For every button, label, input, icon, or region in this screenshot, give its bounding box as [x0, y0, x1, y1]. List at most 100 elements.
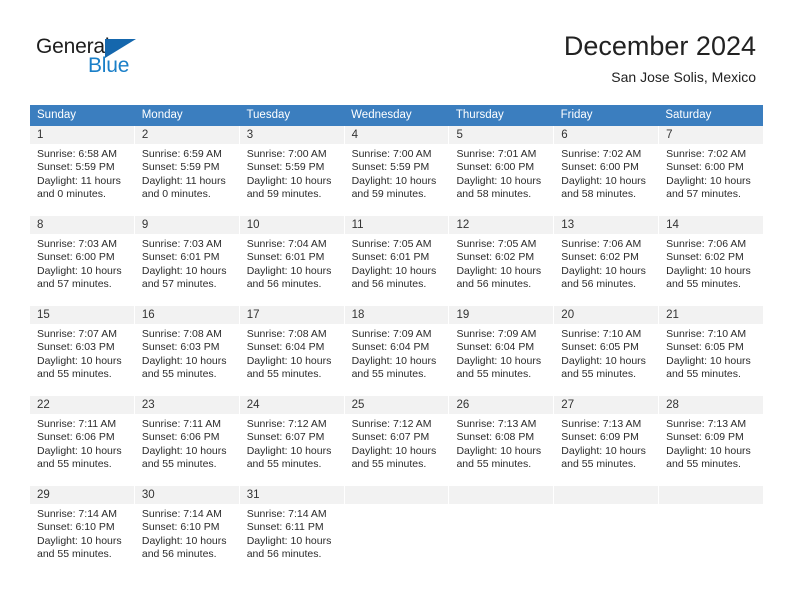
sunset-text: Sunset: 6:01 PM: [141, 251, 220, 264]
day-cell[interactable]: 11 Sunrise: 7:05 AM Sunset: 6:01 PM Dayl…: [344, 216, 450, 300]
page-title: December 2024: [563, 31, 756, 61]
sunset-text: Sunset: 6:06 PM: [37, 431, 115, 444]
day-details: Sunrise: 7:05 AM Sunset: 6:01 PM Dayligh…: [345, 234, 449, 300]
sunset-text: Sunset: 6:05 PM: [666, 341, 744, 354]
day-number: 20: [554, 306, 659, 324]
day-cell[interactable]: 9 Sunrise: 7:03 AM Sunset: 6:01 PM Dayli…: [134, 216, 240, 300]
day-details: Sunrise: 7:05 AM Sunset: 6:02 PM Dayligh…: [449, 234, 553, 300]
day-cell[interactable]: 2 Sunrise: 6:59 AM Sunset: 5:59 PM Dayli…: [134, 126, 240, 210]
daylight-text-line2: and 55 minutes.: [561, 368, 637, 381]
day-number: 29: [30, 486, 134, 504]
day-number: 18: [344, 306, 449, 324]
sunrise-text: Sunrise: 7:13 AM: [456, 418, 537, 430]
day-details: Sunrise: 7:10 AM Sunset: 6:05 PM Dayligh…: [659, 324, 763, 390]
day-number: 21: [659, 306, 764, 324]
day-cell[interactable]: 13 Sunrise: 7:06 AM Sunset: 6:02 PM Dayl…: [554, 216, 660, 300]
day-cell[interactable]: 16 Sunrise: 7:08 AM Sunset: 6:03 PM Dayl…: [134, 306, 240, 390]
day-number: [554, 486, 659, 504]
weekday-header-saturday: Saturday: [665, 109, 712, 121]
day-cell[interactable]: 1 Sunrise: 6:58 AM Sunset: 5:59 PM Dayli…: [30, 126, 135, 210]
day-cell[interactable]: 26 Sunrise: 7:13 AM Sunset: 6:08 PM Dayl…: [449, 396, 555, 480]
day-cell[interactable]: 28 Sunrise: 7:13 AM Sunset: 6:09 PM Dayl…: [659, 396, 764, 480]
day-details: Sunrise: 7:14 AM Sunset: 6:10 PM Dayligh…: [135, 504, 239, 570]
daylight-text-line1: Daylight: 10 hours: [141, 534, 227, 547]
day-cell[interactable]: 21 Sunrise: 7:10 AM Sunset: 6:05 PM Dayl…: [659, 306, 764, 390]
day-cell[interactable]: 17 Sunrise: 7:08 AM Sunset: 6:04 PM Dayl…: [239, 306, 345, 390]
daylight-text-line2: and 57 minutes.: [37, 278, 112, 291]
sunrise-text: Sunrise: 7:14 AM: [246, 508, 327, 520]
sunset-text: Sunset: 6:09 PM: [561, 431, 639, 444]
daylight-text-line1: Daylight: 10 hours: [666, 354, 751, 367]
daylight-text-line1: Daylight: 10 hours: [37, 264, 122, 277]
weekday-header-row: Sunday Monday Tuesday Wednesday Thursday…: [30, 105, 763, 126]
day-cell[interactable]: 25 Sunrise: 7:12 AM Sunset: 6:07 PM Dayl…: [344, 396, 450, 480]
daylight-text-line1: Daylight: 10 hours: [561, 174, 646, 187]
day-number: 15: [30, 306, 134, 324]
sunset-text: Sunset: 6:00 PM: [37, 251, 115, 264]
day-cell[interactable]: 3 Sunrise: 7:00 AM Sunset: 5:59 PM Dayli…: [239, 126, 345, 210]
calendar-page: General Blue December 2024 San Jose Soli…: [0, 0, 792, 612]
day-details: Sunrise: 7:07 AM Sunset: 6:03 PM Dayligh…: [30, 324, 134, 390]
day-details: Sunrise: 7:13 AM Sunset: 6:08 PM Dayligh…: [449, 414, 553, 480]
day-cell[interactable]: 19 Sunrise: 7:09 AM Sunset: 6:04 PM Dayl…: [449, 306, 555, 390]
daylight-text-line1: Daylight: 10 hours: [666, 444, 751, 457]
day-number: 5: [449, 126, 554, 144]
sunrise-text: Sunrise: 7:03 AM: [141, 238, 222, 250]
sunrise-text: Sunrise: 7:11 AM: [37, 418, 117, 430]
sunset-text: Sunset: 6:10 PM: [37, 521, 115, 534]
day-cell-empty: [554, 486, 660, 570]
day-cell[interactable]: 15 Sunrise: 7:07 AM Sunset: 6:03 PM Dayl…: [30, 306, 135, 390]
day-details: [554, 504, 658, 570]
daylight-text-line1: Daylight: 10 hours: [141, 354, 227, 367]
day-cell[interactable]: 4 Sunrise: 7:00 AM Sunset: 5:59 PM Dayli…: [344, 126, 450, 210]
general-blue-logo[interactable]: General Blue: [36, 36, 166, 82]
day-number: 22: [30, 396, 134, 414]
sunset-text: Sunset: 6:08 PM: [456, 431, 535, 444]
day-details: Sunrise: 7:01 AM Sunset: 6:00 PM Dayligh…: [449, 144, 553, 210]
sunset-text: Sunset: 6:03 PM: [141, 341, 220, 354]
day-cell[interactable]: 24 Sunrise: 7:12 AM Sunset: 6:07 PM Dayl…: [239, 396, 345, 480]
sunset-text: Sunset: 6:09 PM: [666, 431, 744, 444]
daylight-text-line1: Daylight: 11 hours: [141, 174, 226, 187]
sunrise-text: Sunrise: 7:06 AM: [561, 238, 642, 250]
daylight-text-line2: and 55 minutes.: [141, 458, 217, 471]
sunrise-text: Sunrise: 7:12 AM: [246, 418, 327, 430]
day-cell[interactable]: 30 Sunrise: 7:14 AM Sunset: 6:10 PM Dayl…: [134, 486, 240, 570]
sunrise-text: Sunrise: 7:12 AM: [351, 418, 432, 430]
calendar-week-row: 8 Sunrise: 7:03 AM Sunset: 6:00 PM Dayli…: [30, 216, 764, 306]
day-number: 27: [554, 396, 659, 414]
day-cell[interactable]: 22 Sunrise: 7:11 AM Sunset: 6:06 PM Dayl…: [30, 396, 135, 480]
calendar-grid: Sunday Monday Tuesday Wednesday Thursday…: [30, 105, 764, 570]
day-details: Sunrise: 7:14 AM Sunset: 6:11 PM Dayligh…: [240, 504, 344, 570]
day-cell[interactable]: 20 Sunrise: 7:10 AM Sunset: 6:05 PM Dayl…: [554, 306, 660, 390]
sunrise-text: Sunrise: 7:05 AM: [351, 238, 432, 250]
sunrise-text: Sunrise: 7:03 AM: [37, 238, 117, 250]
sunset-text: Sunset: 6:04 PM: [351, 341, 430, 354]
day-cell[interactable]: 12 Sunrise: 7:05 AM Sunset: 6:02 PM Dayl…: [449, 216, 555, 300]
day-details: Sunrise: 7:03 AM Sunset: 6:01 PM Dayligh…: [135, 234, 239, 300]
day-details: Sunrise: 7:09 AM Sunset: 6:04 PM Dayligh…: [345, 324, 449, 390]
day-cell[interactable]: 7 Sunrise: 7:02 AM Sunset: 6:00 PM Dayli…: [659, 126, 764, 210]
day-cell[interactable]: 6 Sunrise: 7:02 AM Sunset: 6:00 PM Dayli…: [554, 126, 660, 210]
day-details: Sunrise: 7:03 AM Sunset: 6:00 PM Dayligh…: [30, 234, 134, 300]
sunrise-text: Sunrise: 7:02 AM: [561, 148, 642, 160]
day-cell[interactable]: 23 Sunrise: 7:11 AM Sunset: 6:06 PM Dayl…: [134, 396, 240, 480]
sunset-text: Sunset: 5:59 PM: [246, 161, 325, 174]
daylight-text-line1: Daylight: 10 hours: [246, 264, 332, 277]
day-cell[interactable]: 8 Sunrise: 7:03 AM Sunset: 6:00 PM Dayli…: [30, 216, 135, 300]
day-cell[interactable]: 18 Sunrise: 7:09 AM Sunset: 6:04 PM Dayl…: [344, 306, 450, 390]
weekday-header-thursday: Thursday: [455, 109, 504, 121]
daylight-text-line1: Daylight: 10 hours: [246, 354, 332, 367]
sunset-text: Sunset: 6:05 PM: [561, 341, 639, 354]
day-details: Sunrise: 7:13 AM Sunset: 6:09 PM Dayligh…: [554, 414, 658, 480]
day-cell[interactable]: 31 Sunrise: 7:14 AM Sunset: 6:11 PM Dayl…: [239, 486, 345, 570]
daylight-text-line2: and 55 minutes.: [37, 548, 112, 561]
day-cell[interactable]: 14 Sunrise: 7:06 AM Sunset: 6:02 PM Dayl…: [659, 216, 764, 300]
day-cell[interactable]: 27 Sunrise: 7:13 AM Sunset: 6:09 PM Dayl…: [554, 396, 660, 480]
day-cell[interactable]: 5 Sunrise: 7:01 AM Sunset: 6:00 PM Dayli…: [449, 126, 555, 210]
day-cell[interactable]: 29 Sunrise: 7:14 AM Sunset: 6:10 PM Dayl…: [30, 486, 135, 570]
day-cell[interactable]: 10 Sunrise: 7:04 AM Sunset: 6:01 PM Dayl…: [239, 216, 345, 300]
day-details: Sunrise: 7:11 AM Sunset: 6:06 PM Dayligh…: [30, 414, 134, 480]
daylight-text-line1: Daylight: 10 hours: [37, 534, 122, 547]
daylight-text-line1: Daylight: 10 hours: [246, 444, 332, 457]
